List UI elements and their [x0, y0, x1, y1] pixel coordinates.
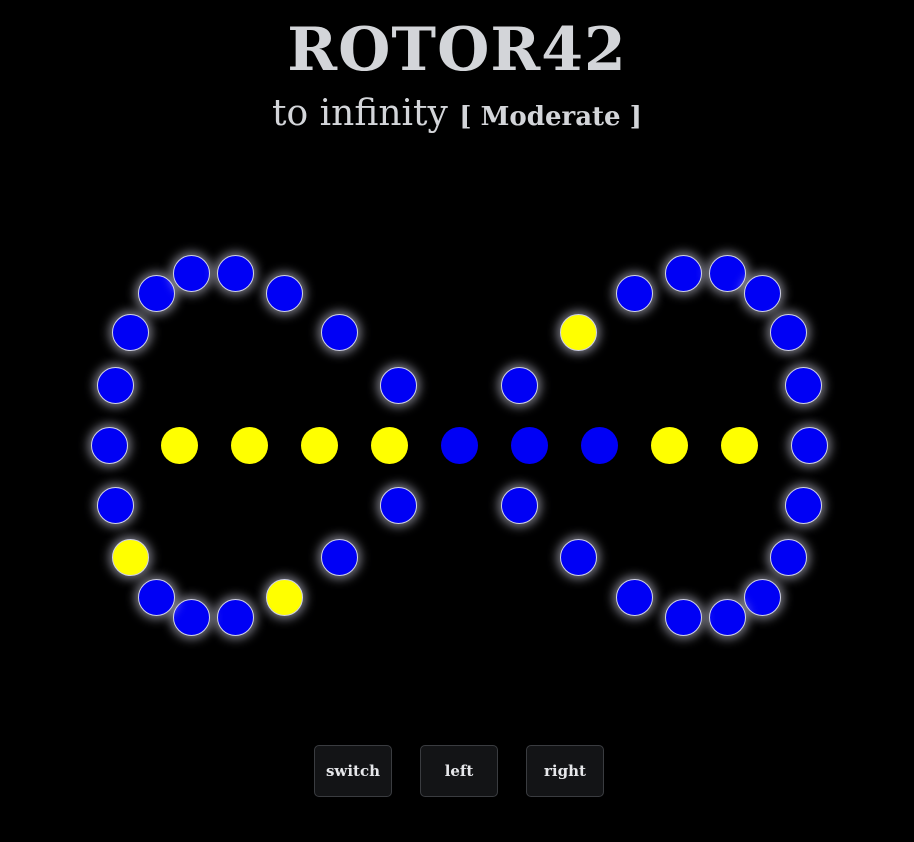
center-row-cell [440, 426, 478, 464]
right-loop-cell [500, 366, 538, 404]
center-row-cell [650, 426, 688, 464]
left-loop-cell [137, 578, 175, 616]
left-loop-cell [96, 486, 134, 524]
center-row-cell [230, 426, 268, 464]
left-loop-cell [379, 486, 417, 524]
right-loop-cell [743, 578, 781, 616]
left-loop-cell [172, 254, 210, 292]
center-row-cell [370, 426, 408, 464]
right-loop-cell [615, 274, 653, 312]
left-loop-cell [320, 313, 358, 351]
left-loop-cell [216, 598, 254, 636]
rotate-right-button[interactable]: right [526, 745, 604, 797]
left-loop-cell [216, 254, 254, 292]
switch-button[interactable]: switch [314, 745, 392, 797]
center-row-cell [720, 426, 758, 464]
center-row-cell [300, 426, 338, 464]
center-row-cell [160, 426, 198, 464]
center-row-cell [580, 426, 618, 464]
game-subtitle: to infinity [ Moderate ] [0, 92, 914, 139]
center-row-cell [510, 426, 548, 464]
left-loop-cell [172, 598, 210, 636]
left-loop-cell [96, 366, 134, 404]
right-loop-cell [769, 313, 807, 351]
right-loop-cell [790, 426, 828, 464]
right-loop-cell [708, 254, 746, 292]
difficulty-level: [ Moderate ] [459, 102, 642, 132]
right-loop-cell [500, 486, 538, 524]
rotate-left-button[interactable]: left [420, 745, 498, 797]
right-loop-cell [664, 254, 702, 292]
left-loop-cell [111, 538, 149, 576]
right-loop-cell [769, 538, 807, 576]
left-loop-cell [265, 578, 303, 616]
right-loop-cell [615, 578, 653, 616]
right-loop-cell [784, 366, 822, 404]
left-loop-cell [90, 426, 128, 464]
right-loop-cell [708, 598, 746, 636]
left-loop-cell [265, 274, 303, 312]
right-loop-cell [664, 598, 702, 636]
left-loop-cell [379, 366, 417, 404]
left-loop-cell [320, 538, 358, 576]
right-loop-cell [559, 313, 597, 351]
right-loop-cell [559, 538, 597, 576]
right-loop-cell [784, 486, 822, 524]
left-loop-cell [111, 313, 149, 351]
right-loop-cell [743, 274, 781, 312]
game-title: ROTOR42 [287, 15, 627, 85]
left-loop-cell [137, 274, 175, 312]
controls-bar: switch left right [0, 745, 914, 797]
subtitle-text: to infinity [272, 93, 448, 134]
